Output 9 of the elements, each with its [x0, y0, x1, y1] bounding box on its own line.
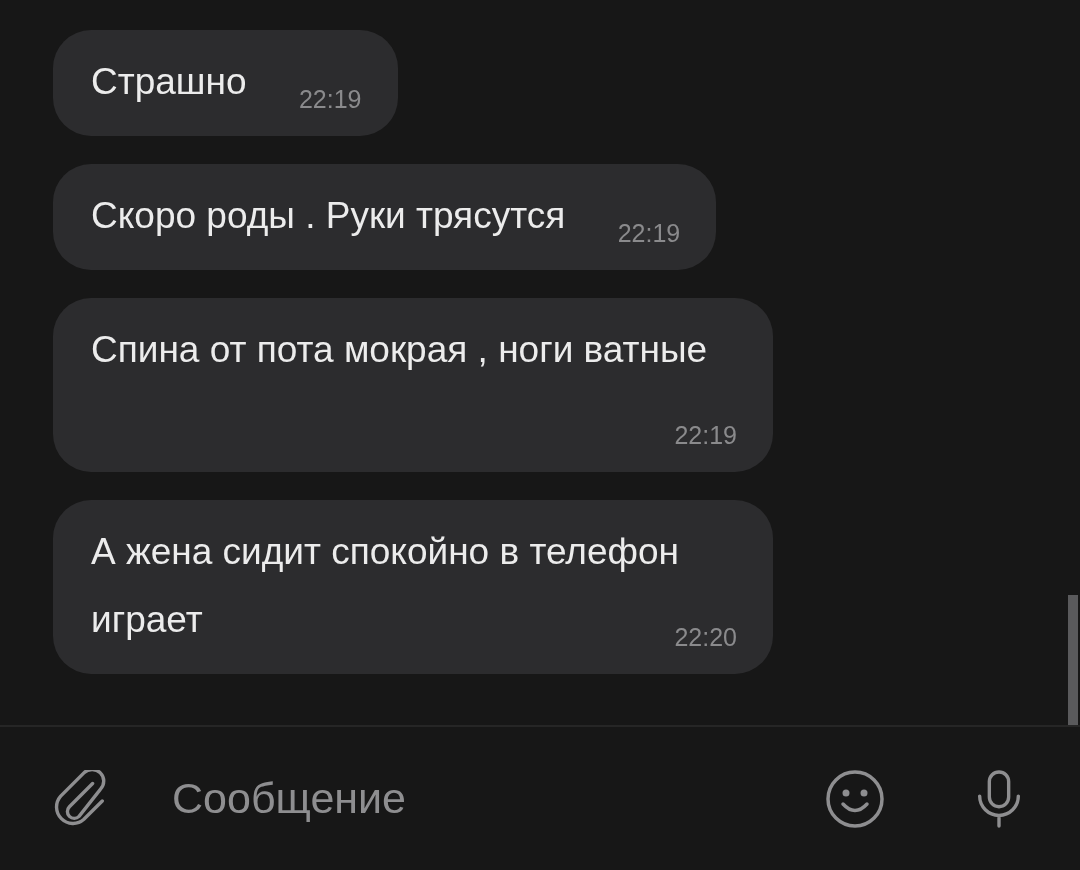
- emoji-icon[interactable]: [825, 768, 885, 829]
- message-input[interactable]: Сообщение: [172, 774, 825, 823]
- message-text: Спина от пота мокрая , ноги ватные: [91, 329, 708, 370]
- message-time: 22:19: [298, 84, 362, 114]
- message-text: Скоро роды . Руки трясутся: [91, 195, 566, 236]
- message-time: 22:19: [674, 420, 737, 450]
- message-time: 22:19: [617, 218, 681, 248]
- scrollbar[interactable]: [1068, 595, 1078, 725]
- message-text: Страшно: [91, 61, 247, 102]
